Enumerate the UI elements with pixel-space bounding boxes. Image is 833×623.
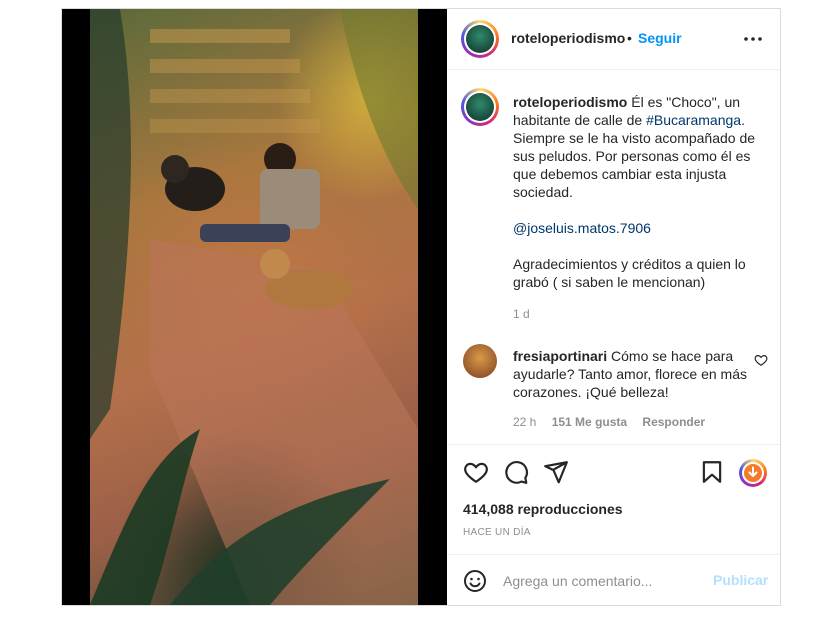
reply-button[interactable]: Responder bbox=[642, 415, 705, 429]
caption-paragraph: @joseluis.matos.7906 bbox=[513, 219, 763, 237]
caption-paragraph: Agradecimientos y créditos a quien lo gr… bbox=[513, 255, 763, 291]
instagram-post: roteloperiodismo • Seguir roteloperiodis… bbox=[61, 8, 781, 606]
caption-credits: Agradecimientos y créditos a quien lo gr… bbox=[513, 256, 746, 290]
caption-username[interactable]: roteloperiodismo bbox=[513, 94, 627, 110]
download-icon[interactable] bbox=[739, 459, 767, 487]
share-icon[interactable] bbox=[543, 459, 569, 485]
caption-text: roteloperiodismo Él es "Choco", un habit… bbox=[513, 93, 763, 309]
hashtag-link[interactable]: #Bucaramanga bbox=[646, 112, 741, 128]
avatar-border bbox=[464, 23, 496, 55]
comment-icon[interactable] bbox=[503, 459, 529, 485]
comment-meta: 22 h 151 Me gusta Responder bbox=[513, 415, 717, 429]
emoji-icon[interactable] bbox=[463, 569, 487, 593]
comment-like-icon[interactable] bbox=[754, 353, 768, 367]
post-header: roteloperiodismo • Seguir bbox=[447, 9, 780, 70]
view-count[interactable]: 414,088 reproducciones bbox=[463, 501, 623, 517]
avatar-image bbox=[466, 25, 494, 53]
comment-input[interactable] bbox=[501, 567, 695, 595]
heart-icon[interactable] bbox=[463, 459, 489, 485]
download-icon-ring bbox=[742, 462, 764, 484]
separator-dot: • bbox=[627, 30, 632, 46]
caption-paragraph: roteloperiodismo Él es "Choco", un habit… bbox=[513, 93, 763, 201]
comment-time[interactable]: 22 h bbox=[513, 415, 536, 429]
download-arrow-icon bbox=[744, 464, 762, 482]
author-username[interactable]: roteloperiodismo bbox=[511, 30, 625, 46]
comment-likes[interactable]: 151 Me gusta bbox=[552, 415, 627, 429]
caption-time[interactable]: 1 d bbox=[513, 307, 530, 321]
avatar-image bbox=[466, 93, 494, 121]
caption-avatar[interactable] bbox=[461, 88, 499, 126]
video-area[interactable] bbox=[62, 9, 447, 605]
video-frame[interactable] bbox=[90, 9, 418, 605]
publish-button[interactable]: Publicar bbox=[713, 572, 768, 588]
commenter-username[interactable]: fresiaportinari bbox=[513, 348, 607, 364]
commenter-avatar[interactable] bbox=[463, 344, 497, 378]
follow-button[interactable]: Seguir bbox=[638, 30, 682, 46]
comment-text: fresiaportinari Cómo se hace para ayudar… bbox=[513, 347, 753, 401]
more-horizontal-icon[interactable] bbox=[743, 29, 763, 49]
author-avatar[interactable] bbox=[461, 20, 499, 58]
add-comment-bar: Publicar bbox=[447, 554, 780, 606]
avatar-border bbox=[464, 91, 496, 123]
video-scene bbox=[90, 9, 418, 605]
post-sidebar: roteloperiodismo • Seguir roteloperiodis… bbox=[447, 9, 780, 605]
post-date[interactable]: HACE UN DÍA bbox=[463, 527, 531, 538]
mention-link[interactable]: @joseluis.matos.7906 bbox=[513, 220, 651, 236]
bookmark-icon[interactable] bbox=[699, 459, 725, 485]
